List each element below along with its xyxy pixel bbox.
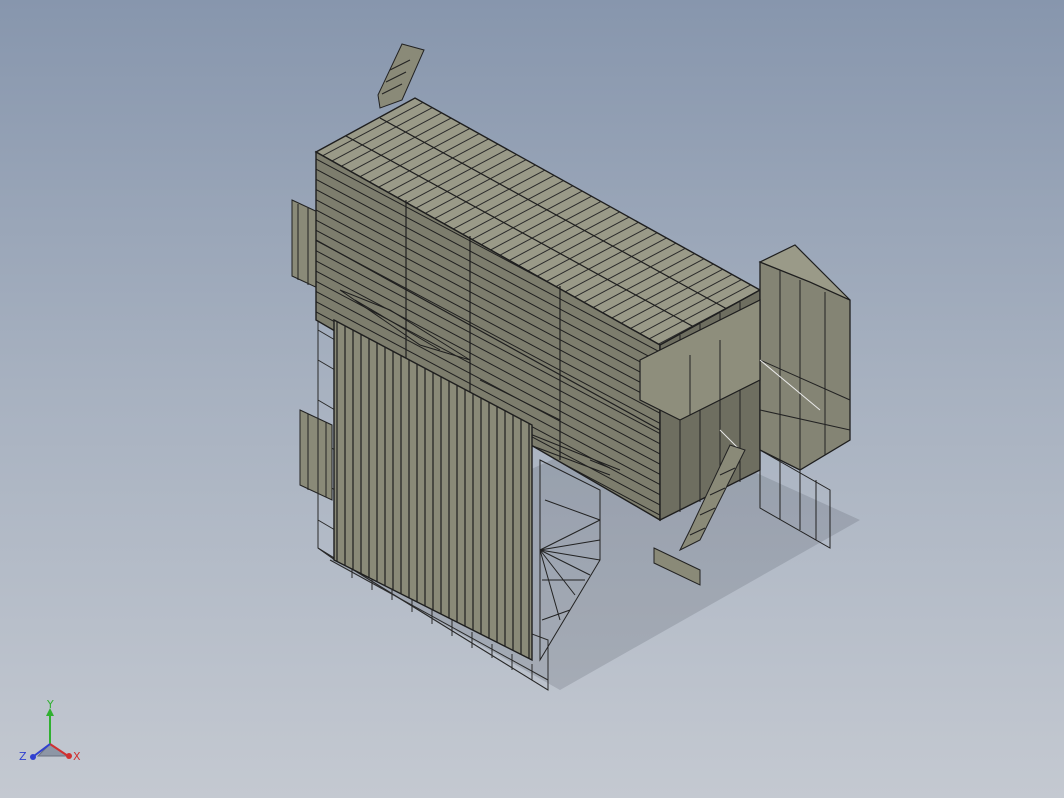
x-axis-label: X [73, 750, 81, 763]
right-annex[interactable] [758, 244, 851, 471]
graphics-viewport[interactable]: Y X Z [0, 0, 1064, 798]
z-axis-arrow-icon [30, 754, 36, 760]
z-axis-label: Z [19, 750, 27, 763]
coordinate-triad: Y X Z [19, 700, 81, 763]
model-3d-view[interactable] [0, 0, 1064, 798]
left-ladder-cage-lower[interactable] [299, 409, 333, 501]
y-axis-label: Y [46, 700, 54, 711]
x-axis-arrow-icon [66, 753, 72, 759]
